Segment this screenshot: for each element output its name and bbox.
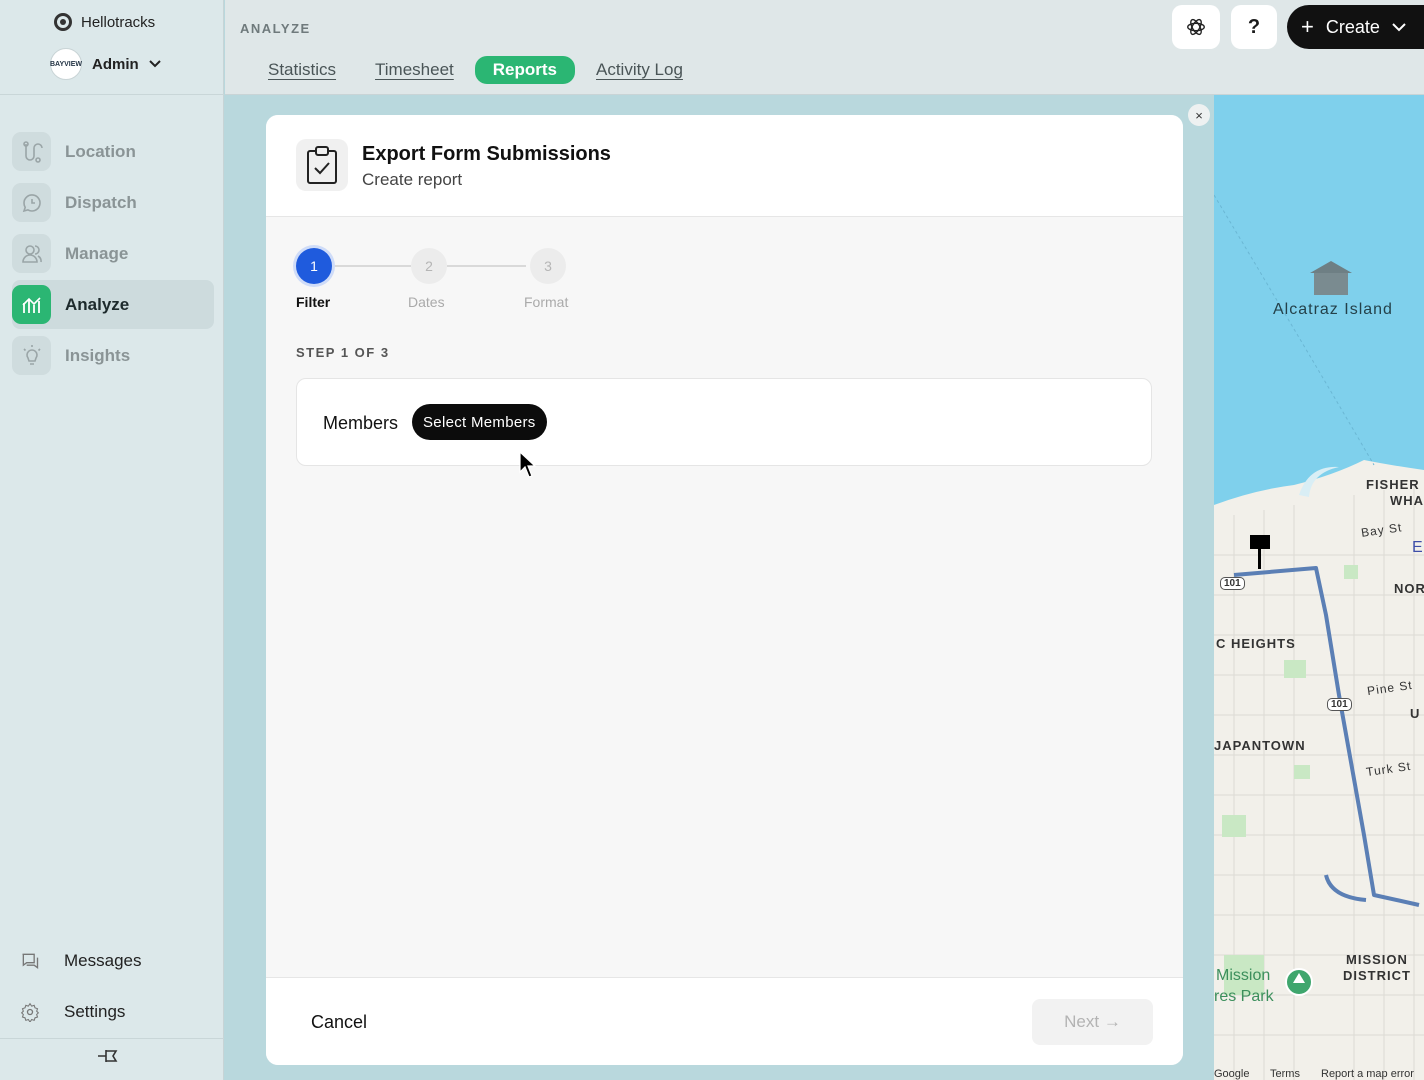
map-label-japantown: JAPANTOWN	[1214, 738, 1306, 753]
brand[interactable]: Hellotracks	[54, 13, 155, 31]
create-button[interactable]: + Create	[1287, 5, 1424, 49]
chart-icon	[12, 285, 51, 324]
members-label: Members	[323, 413, 399, 433]
step-2-circle: 2	[411, 248, 447, 284]
nav-label: Manage	[65, 243, 129, 263]
select-members-button[interactable]: Select Members	[412, 404, 547, 440]
ai-assistant-button[interactable]	[1172, 5, 1220, 49]
tab-activity-log[interactable]: Activity Log	[578, 56, 701, 84]
map-label-mission: MISSION	[1346, 952, 1408, 967]
nav-item-insights[interactable]: Insights	[12, 331, 214, 380]
cancel-button[interactable]: Cancel	[311, 1012, 367, 1033]
users-icon	[12, 234, 51, 273]
map[interactable]: Alcatraz Island FISHER WHA Bay St E NOR …	[1214, 95, 1424, 1080]
nav-item-settings[interactable]: Settings	[20, 1002, 220, 1022]
nav-label: Location	[65, 141, 136, 161]
nav-item-analyze[interactable]: Analyze	[12, 280, 214, 329]
settings-label: Settings	[64, 1002, 126, 1021]
step-connector	[333, 265, 411, 267]
clipboard-check-icon	[296, 139, 348, 191]
gear-icon	[20, 1002, 40, 1022]
plus-icon: +	[1301, 14, 1314, 39]
section-label: ANALYZE	[240, 21, 311, 36]
map-label-heights: C HEIGHTS	[1216, 636, 1296, 651]
map-label-park: res Park	[1214, 988, 1274, 1005]
export-modal: Export Form Submissions Create report 1 …	[266, 115, 1183, 1065]
chevron-down-icon	[148, 60, 161, 68]
members-filter-card: Members Select Members	[296, 378, 1152, 466]
step-1-label: Filter	[296, 294, 331, 310]
user-menu[interactable]: BAYVIEW Admin	[50, 48, 161, 80]
next-button[interactable]: Next →	[1032, 999, 1153, 1045]
sidebar: Hellotracks BAYVIEW Admin Location Dispa…	[0, 0, 224, 1080]
step-connector	[447, 265, 526, 267]
create-label: Create	[1325, 16, 1380, 37]
map-label-fisherman: FISHER	[1366, 477, 1420, 492]
nav-item-location[interactable]: Location	[12, 127, 214, 176]
lightbulb-icon	[12, 336, 51, 375]
step-count: STEP 1 OF 3	[296, 345, 390, 360]
brand-name: Hellotracks	[81, 13, 156, 31]
map-label-u: U	[1410, 706, 1421, 721]
nav-item-manage[interactable]: Manage	[12, 229, 214, 278]
step-3-label: Format	[524, 294, 569, 310]
map-label-district: DISTRICT	[1343, 968, 1411, 983]
map-label-alcatraz: Alcatraz Island	[1273, 301, 1393, 318]
tab-bar: Statistics Timesheet Reports Activity Lo…	[268, 56, 704, 84]
chat-clock-icon	[12, 183, 51, 222]
modal-header: Export Form Submissions Create report	[266, 115, 1183, 217]
highway-shield-101-b: 101	[1327, 698, 1352, 711]
mouse-cursor-icon	[519, 451, 537, 478]
map-canvas	[1214, 194, 1424, 1080]
map-label-e: E	[1412, 539, 1424, 556]
help-button[interactable]: ?	[1231, 5, 1277, 49]
map-footer-terms[interactable]: Terms	[1270, 1068, 1300, 1080]
map-label-north: NOR	[1394, 581, 1424, 596]
route-icon	[12, 132, 51, 171]
map-footer-report[interactable]: Report a map error	[1321, 1068, 1414, 1080]
tab-timesheet[interactable]: Timesheet	[357, 56, 472, 84]
modal-subtitle: Create report	[362, 170, 463, 189]
main-nav: Location Dispatch Manage Analyze Insight…	[12, 127, 214, 382]
step-1-circle: 1	[296, 248, 332, 284]
map-footer-google: Google	[1214, 1068, 1250, 1080]
messages-label: Messages	[64, 951, 142, 970]
nav-item-dispatch[interactable]: Dispatch	[12, 178, 214, 227]
hellotracks-logo-icon	[54, 13, 72, 31]
tab-statistics[interactable]: Statistics	[268, 56, 354, 84]
chevron-down-icon	[1392, 22, 1406, 31]
map-label-wharf: WHA	[1390, 493, 1424, 508]
sidebar-divider-top	[0, 94, 224, 95]
tab-reports[interactable]: Reports	[474, 56, 575, 84]
avatar: BAYVIEW	[50, 48, 82, 80]
nav-label: Insights	[65, 345, 131, 365]
user-name: Admin	[92, 55, 139, 73]
modal-title: Export Form Submissions	[362, 143, 611, 165]
nav-label: Dispatch	[65, 192, 137, 212]
close-icon[interactable]: ×	[1188, 104, 1210, 126]
messages-icon	[22, 953, 39, 969]
nav-label: Analyze	[65, 294, 130, 314]
sidebar-divider-bottom	[0, 1038, 224, 1039]
modal-footer: Cancel Next →	[266, 977, 1183, 1065]
step-2-label: Dates	[408, 294, 445, 310]
pin-sidebar-icon[interactable]	[96, 1046, 120, 1066]
ai-knot-icon	[1187, 18, 1205, 36]
nav-item-messages[interactable]: Messages	[20, 951, 220, 971]
step-3-circle: 3	[530, 248, 566, 284]
map-label-mission-dolores: Mission	[1216, 967, 1271, 984]
highway-shield-101: 101	[1220, 577, 1245, 590]
